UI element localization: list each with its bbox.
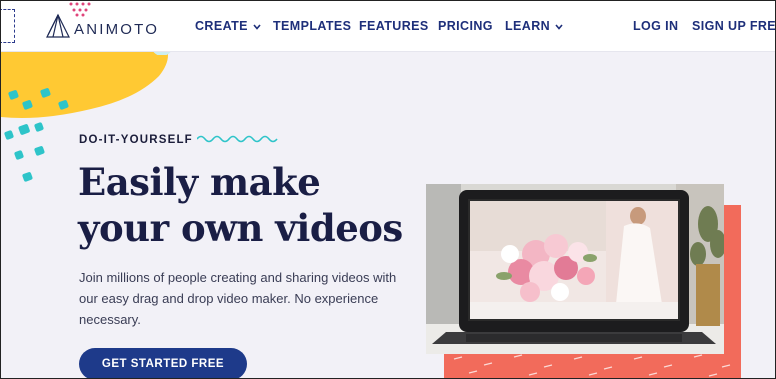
nav-features[interactable]: FEATURES <box>359 19 429 33</box>
top-nav: ANIMOTO CREATE TEMPLATES FEATURES PRICIN… <box>1 1 775 52</box>
animoto-logo[interactable]: ANIMOTO <box>45 11 159 41</box>
hero-laptop-image <box>426 184 724 354</box>
headline-line-2: your own videos <box>78 206 403 250</box>
hero-eyebrow: DO-IT-YOURSELF <box>79 134 193 146</box>
nav-templates-label: TEMPLATES <box>273 19 352 33</box>
get-started-button[interactable]: GET STARTED FREE <box>79 348 247 378</box>
nav-learn-label: LEARN <box>505 19 551 33</box>
logo-mark-icon <box>46 13 70 38</box>
nav-learn[interactable]: LEARN <box>505 19 563 33</box>
nav-templates[interactable]: TEMPLATES <box>273 19 351 33</box>
nav-create[interactable]: CREATE <box>195 19 261 33</box>
nav-pricing[interactable]: PRICING <box>438 19 493 33</box>
login-link[interactable]: LOG IN <box>633 19 678 33</box>
chevron-down-icon <box>253 24 261 30</box>
chevron-down-icon <box>555 24 563 30</box>
hero-headline: Easily make your own videos <box>78 159 418 251</box>
hero-subtext: Join millions of people creating and sha… <box>79 270 397 327</box>
nav-create-label: CREATE <box>195 19 248 33</box>
coral-block-decoration <box>444 351 741 378</box>
logo-text: ANIMOTO <box>74 20 160 38</box>
dashed-frame-decoration <box>1 9 15 43</box>
page: ANIMOTO CREATE TEMPLATES FEATURES PRICIN… <box>0 0 776 379</box>
dash-pattern-decoration <box>453 354 731 377</box>
signup-link[interactable]: SIGN UP FREE <box>692 19 775 33</box>
nav-pricing-label: PRICING <box>438 19 493 33</box>
squiggle-decoration <box>197 135 278 143</box>
teal-dash-decoration <box>4 88 69 182</box>
nav-features-label: FEATURES <box>359 19 429 33</box>
headline-line-1: Easily make <box>78 160 321 204</box>
